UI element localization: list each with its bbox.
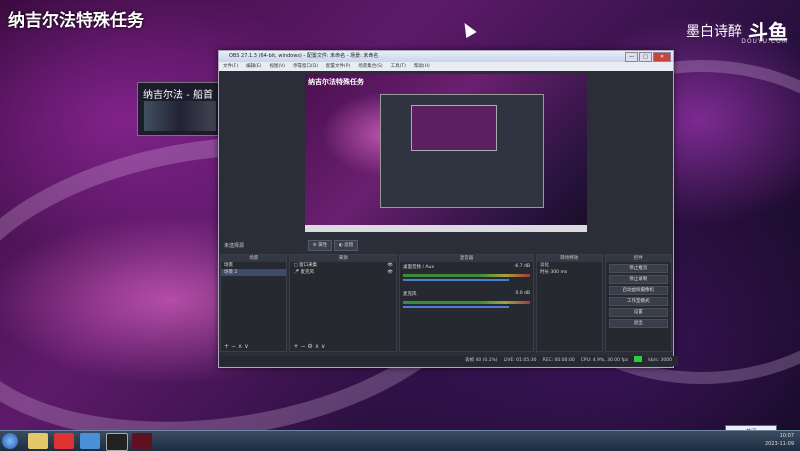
source-toolbar: 未选择源 ⚙ 属性 ◐ 滤镜 (220, 239, 672, 251)
mixer-channel-mic: 麦克风 0.0 dB (403, 291, 530, 297)
mixer-channel-desktop: 桌面音频 / Aux -6.7 dB (403, 264, 530, 270)
mouse-cursor-icon (459, 19, 477, 39)
scenes-footer: + − ∧ ∨ (221, 343, 289, 351)
virtual-camera-button[interactable]: 启动虚拟摄像机 (608, 286, 668, 295)
menu-docks[interactable]: 停靠窗口(D) (293, 62, 318, 71)
thumbnail-image (144, 101, 216, 131)
transitions-header: 转场特效 (536, 255, 602, 262)
controls-dock: 控件 停止推流 停止录制 启动虚拟摄像机 工作室模式 设置 退出 (604, 254, 672, 352)
sources-footer: + − ⚙ ∧ ∨ (290, 343, 399, 351)
volume-fader[interactable] (403, 306, 510, 308)
menu-help[interactable]: 帮助(H) (414, 62, 430, 71)
stream-brand: 墨白诗醉 斗鱼 DOUYU.COM (686, 16, 788, 45)
scene-item[interactable]: 场景 (221, 262, 286, 269)
no-source-selected-label: 未选择源 (224, 243, 245, 249)
scene-item[interactable]: 场景 2 (221, 269, 287, 276)
explorer-icon[interactable] (28, 433, 48, 449)
filters-button[interactable]: ◐ 滤镜 (334, 240, 358, 251)
browser-icon[interactable] (80, 433, 100, 449)
stream-health-indicator (634, 356, 643, 362)
nested-taskbar (305, 225, 587, 232)
scenes-dock: 场景 场景 场景 2 + − ∧ ∨ (220, 254, 289, 352)
minimize-button[interactable]: — (625, 52, 638, 62)
menu-view[interactable]: 视图(V) (269, 62, 285, 71)
eye-icon[interactable]: 👁 (387, 262, 396, 269)
netease-music-icon[interactable] (54, 433, 74, 449)
stop-recording-button[interactable]: 停止录制 (608, 275, 668, 284)
stream-title: 纳吉尔法特殊任务 (8, 11, 144, 31)
transition-select[interactable]: 淡化 (537, 262, 602, 269)
preview-stream-title: 纳吉尔法特殊任务 (308, 78, 364, 86)
start-button[interactable] (2, 433, 18, 449)
menu-profile[interactable]: 配置文件(P) (326, 62, 350, 71)
nested-preview (411, 105, 497, 151)
volume-fader[interactable] (403, 279, 510, 281)
obs-docks: 场景 场景 场景 2 + − ∧ ∨ 来源 ▢ 窗口采集 👁 🎤 麦克风 👁 +… (220, 254, 672, 352)
mixer-header: 混音器 (400, 255, 533, 262)
sources-dock: 来源 ▢ 窗口采集 👁 🎤 麦克风 👁 + − ⚙ ∧ ∨ (289, 254, 399, 352)
menu-tools[interactable]: 工具(T) (391, 62, 406, 71)
broadcaster-name: 墨白诗醉 (686, 23, 742, 40)
add-icon[interactable]: + (293, 343, 298, 350)
down-icon[interactable]: ∨ (244, 343, 248, 350)
eye-icon[interactable]: 👁 (387, 269, 396, 276)
up-icon[interactable]: ∧ (238, 343, 242, 350)
menu-edit[interactable]: 编辑(E) (246, 62, 261, 71)
volume-meter (403, 301, 530, 304)
source-item[interactable]: 🎤 麦克风 👁 (290, 269, 396, 276)
cpu-usage: CPU: 4.9%, 30.00 fps (580, 358, 629, 363)
dropped-frames: 丢帧 40 (0.1%) (465, 358, 498, 363)
system-tray-clock[interactable]: 10:07 2023-11-09 (765, 432, 794, 448)
add-icon[interactable]: + (224, 343, 229, 350)
remove-icon[interactable]: − (231, 343, 236, 350)
live-time: LIVE: 01:05:30 (503, 358, 537, 363)
preview-canvas[interactable]: 纳吉尔法特殊任务 (305, 74, 587, 232)
scenes-header: 场景 (221, 255, 287, 262)
stop-streaming-button[interactable]: 停止推流 (608, 264, 668, 273)
rec-time: REC: 00:00:00 (542, 358, 575, 363)
properties-button[interactable]: ⚙ 属性 (308, 240, 332, 251)
gear-icon[interactable]: ⚙ (307, 343, 312, 350)
menu-file[interactable]: 文件(F) (223, 62, 238, 71)
transition-duration[interactable]: 时长 300 ms (537, 269, 602, 276)
obs-window[interactable]: OBS 27.1.3 (64-bit, windows) - 配置文件: 未命名… (218, 50, 678, 368)
obs-statusbar: 丢帧 40 (0.1%) LIVE: 01:05:30 REC: 00:00:0… (220, 356, 678, 366)
controls-header: 控件 (605, 255, 671, 262)
down-icon[interactable]: ∨ (321, 343, 325, 350)
audio-mixer-dock: 混音器 桌面音频 / Aux -6.7 dB 麦克风 0.0 dB (399, 254, 534, 352)
menu-scene-collection[interactable]: 场景集合(S) (358, 62, 382, 71)
remove-icon[interactable]: − (300, 343, 305, 350)
volume-meter (403, 274, 530, 277)
taskbar-thumbnail-preview[interactable]: 纳吉尔法 - 船首 (137, 82, 225, 136)
obs-titlebar[interactable]: OBS 27.1.3 (64-bit, windows) - 配置文件: 未命名… (219, 51, 673, 62)
desktop-background: 纳吉尔法特殊任务 墨白诗醉 斗鱼 DOUYU.COM 纳吉尔法 - 船首 OBS… (0, 0, 800, 430)
settings-button[interactable]: 设置 (608, 308, 668, 317)
nested-obs-window (380, 94, 544, 208)
obs-taskbar-icon[interactable] (106, 433, 128, 451)
windows-taskbar: 10:07 2023-11-09 (0, 430, 800, 451)
close-button[interactable]: ✕ (653, 52, 671, 62)
clock-date: 2023-11-09 (764, 441, 794, 447)
obs-menubar: 文件(F) 编辑(E) 视图(V) 停靠窗口(D) 配置文件(P) 场景集合(S… (219, 62, 673, 71)
maximize-button[interactable]: □ (639, 52, 652, 62)
studio-mode-button[interactable]: 工作室模式 (608, 297, 668, 306)
bitrate: kb/s: 3000 (648, 358, 672, 363)
up-icon[interactable]: ∧ (315, 343, 319, 350)
game-taskbar-icon[interactable] (132, 433, 152, 449)
source-item[interactable]: ▢ 窗口采集 👁 (290, 262, 396, 269)
exit-button[interactable]: 退出 (608, 319, 668, 328)
transitions-dock: 转场特效 淡化 时长 300 ms (535, 254, 603, 352)
obs-title: OBS 27.1.3 (64-bit, windows) - 配置文件: 未命名… (229, 53, 379, 59)
sources-header: 来源 (290, 255, 397, 262)
clock-time: 10:07 (779, 433, 794, 439)
douyu-url: DOUYU.COM (741, 38, 788, 45)
